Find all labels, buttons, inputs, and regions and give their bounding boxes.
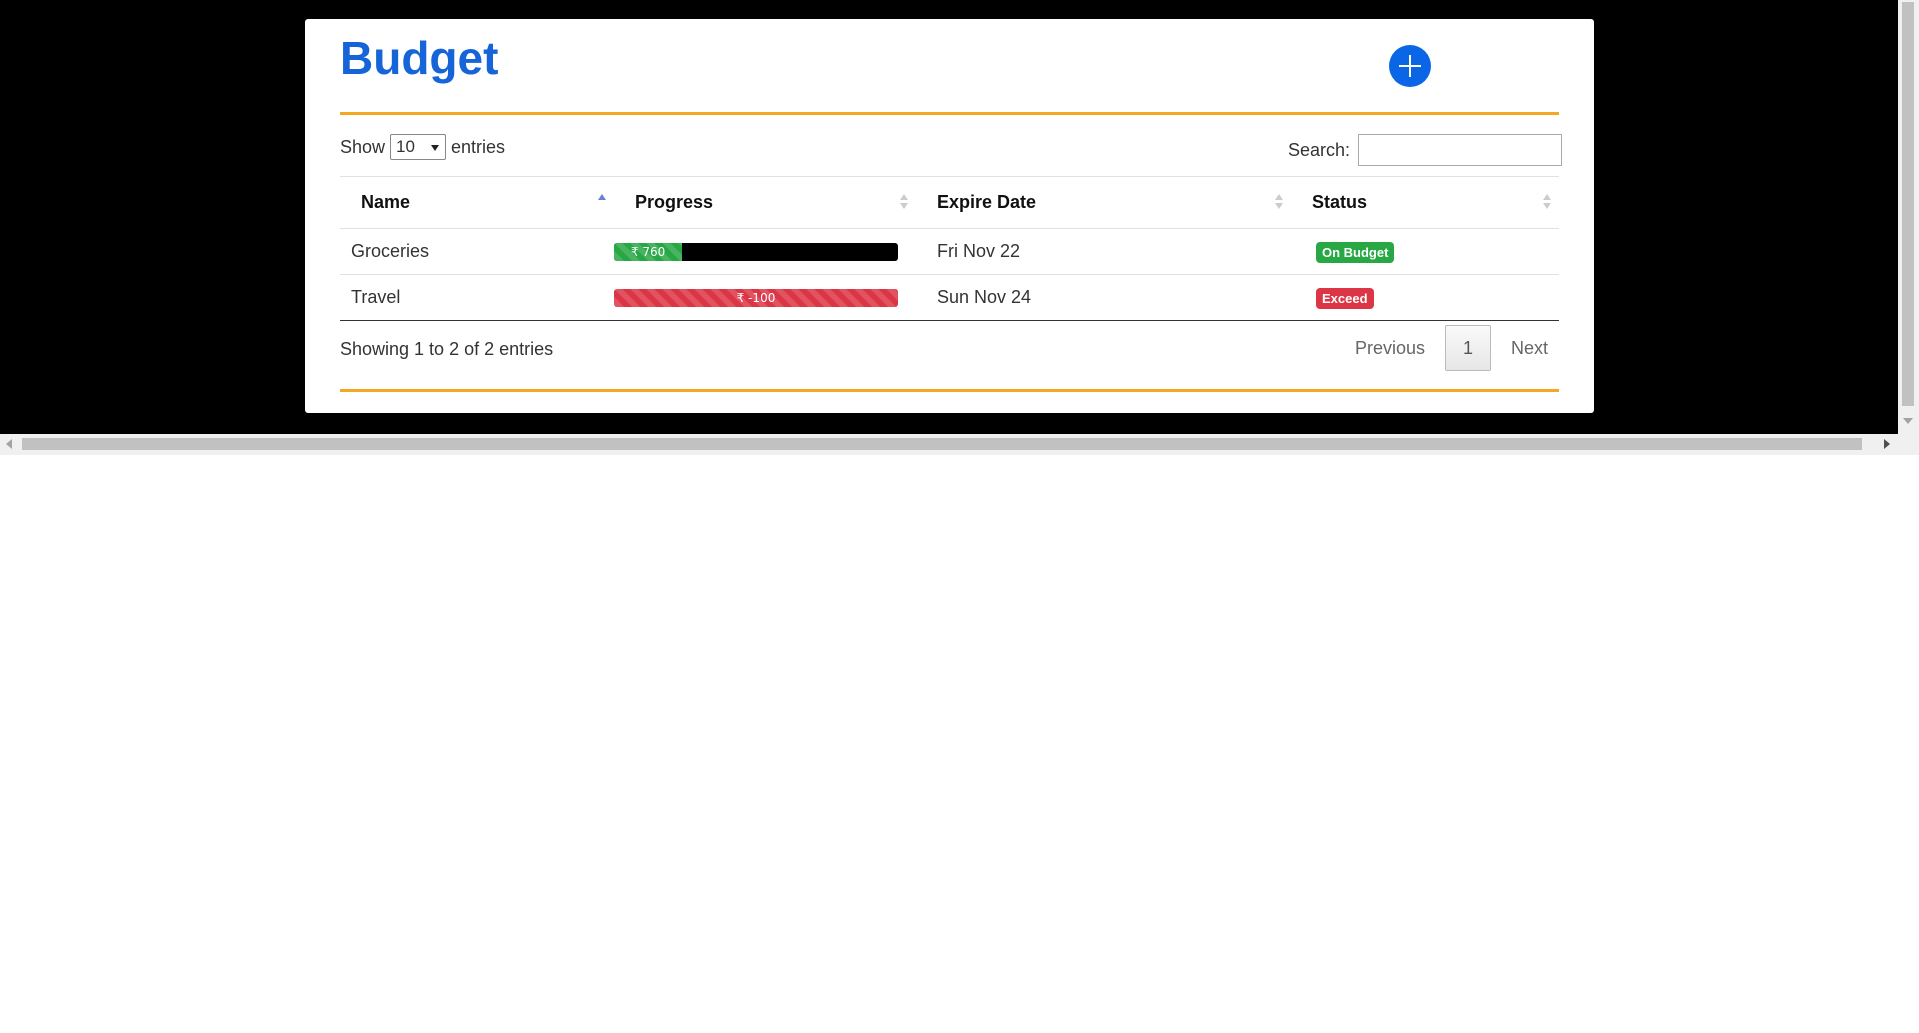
vertical-scrollbar[interactable] bbox=[1898, 0, 1919, 434]
page-viewport: Budget Show 10 entries Search: Name Prog… bbox=[0, 0, 1898, 434]
row-expire-date: Sun Nov 24 bbox=[916, 274, 1291, 321]
scroll-left-arrow-icon[interactable] bbox=[6, 439, 12, 449]
add-budget-button[interactable] bbox=[1389, 45, 1431, 87]
chevron-down-icon bbox=[431, 145, 440, 151]
table-info: Showing 1 to 2 of 2 entries bbox=[340, 339, 554, 359]
header-divider bbox=[340, 112, 1559, 115]
progress-fill: ₹ -100 bbox=[614, 288, 898, 307]
page-button-current[interactable]: 1 bbox=[1445, 325, 1492, 371]
row-status: Exceed bbox=[1291, 274, 1559, 321]
row-progress: ₹ -100 bbox=[614, 274, 916, 321]
scroll-right-arrow-icon[interactable] bbox=[1884, 439, 1890, 449]
page-title: Budget bbox=[340, 32, 499, 84]
length-suffix: entries bbox=[451, 136, 506, 157]
sort-both-icon bbox=[1543, 194, 1551, 212]
column-header-status[interactable]: Status bbox=[1291, 176, 1559, 229]
column-header-progress[interactable]: Progress bbox=[614, 176, 916, 229]
table-header-row: Name Progress Expire Date Status bbox=[340, 176, 1559, 229]
row-name: Travel bbox=[340, 274, 614, 321]
table-row: Travel ₹ -100 Sun Nov 24 Exceed bbox=[340, 274, 1559, 321]
budget-table: Name Progress Expire Date Status Groceri… bbox=[340, 176, 1559, 321]
column-header-expire-date[interactable]: Expire Date bbox=[916, 176, 1291, 229]
row-expire-date: Fri Nov 22 bbox=[916, 228, 1291, 275]
search-control: Search: bbox=[1288, 134, 1563, 166]
row-name: Groceries bbox=[340, 228, 614, 275]
horizontal-scrollbar[interactable] bbox=[0, 434, 1919, 455]
progress-bar: ₹ 760 bbox=[614, 242, 898, 261]
next-page-button[interactable]: Next bbox=[1491, 338, 1568, 359]
search-input[interactable] bbox=[1358, 134, 1563, 166]
horizontal-scroll-thumb[interactable] bbox=[22, 438, 1862, 450]
budget-card: Budget Show 10 entries Search: Name Prog… bbox=[305, 19, 1594, 413]
pagination: Previous 1 Next bbox=[1335, 325, 1568, 371]
entries-length-control: Show 10 entries bbox=[340, 134, 505, 160]
vertical-scroll-thumb[interactable] bbox=[1902, 2, 1914, 406]
row-status: On Budget bbox=[1291, 228, 1559, 275]
sort-ascending-icon bbox=[598, 194, 606, 212]
sort-both-icon bbox=[900, 194, 908, 212]
sort-both-icon bbox=[1275, 194, 1283, 212]
progress-fill: ₹ 760 bbox=[614, 242, 683, 261]
status-badge: Exceed bbox=[1316, 287, 1374, 309]
scroll-down-arrow-icon[interactable] bbox=[1903, 418, 1913, 424]
previous-page-button[interactable]: Previous bbox=[1335, 338, 1445, 359]
entries-per-page-select[interactable]: 10 bbox=[390, 134, 447, 160]
length-prefix: Show bbox=[340, 136, 386, 157]
row-progress: ₹ 760 bbox=[614, 228, 916, 275]
entries-per-page-value: 10 bbox=[396, 137, 415, 156]
progress-bar: ₹ -100 bbox=[614, 288, 898, 307]
footer-divider bbox=[340, 389, 1559, 392]
table-row: Groceries ₹ 760 Fri Nov 22 On Budget bbox=[340, 228, 1559, 275]
status-badge: On Budget bbox=[1316, 241, 1395, 263]
search-label: Search: bbox=[1288, 139, 1351, 160]
column-header-name[interactable]: Name bbox=[340, 176, 614, 229]
